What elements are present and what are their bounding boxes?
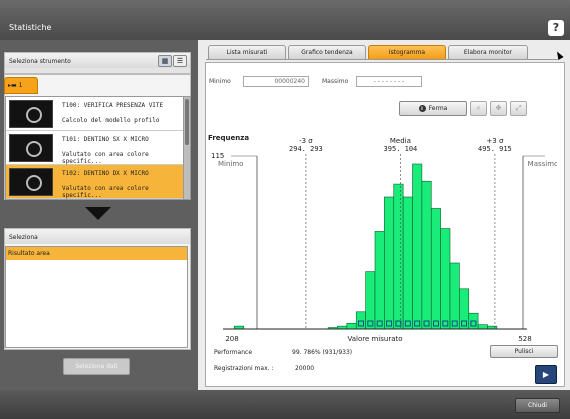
pause-icon: II	[418, 105, 426, 112]
histogram-bar	[477, 324, 488, 330]
records-label: Registrazioni max. :	[214, 365, 274, 372]
close-button[interactable]: Chiudi	[515, 398, 560, 413]
scrollbar-thumb[interactable]	[185, 99, 189, 145]
down-arrow-icon	[85, 207, 111, 220]
histogram-bar	[412, 163, 423, 330]
histogram-bar	[459, 288, 470, 330]
performance-value: 99. 786% (931/933)	[292, 349, 353, 356]
histogram-bar	[384, 196, 395, 330]
histogram-bar	[402, 196, 413, 330]
histogram-chart: Frequenza -3 σ294. 293 Media395. 104 +3 σ49…	[208, 134, 557, 343]
min-field[interactable]: 00000240	[243, 76, 309, 87]
pan-icon[interactable]: ✥	[490, 101, 507, 116]
tool-list: T100: VERIFICA PRESENZA VITE Calcolo del…	[5, 96, 184, 200]
histogram-bar	[421, 180, 432, 330]
tool-item-t100[interactable]: T100: VERIFICA PRESENZA VITE Calcolo del…	[6, 97, 184, 131]
histogram-bar	[374, 231, 385, 330]
histogram-bar	[393, 183, 404, 330]
x-axis-label: Valore misurato	[347, 335, 402, 343]
histogram-bar	[346, 322, 357, 330]
tool-name: T101: DENTINO SX X MICRO	[62, 136, 149, 143]
tool-thumbnail	[9, 100, 53, 128]
selection-list: Risultato area	[5, 246, 188, 348]
stop-button[interactable]: II Ferma	[399, 101, 467, 116]
tool-name: T100: VERIFICA PRESENZA VITE	[62, 102, 164, 109]
tool-thumbnail	[9, 168, 53, 196]
selection-panel-title: Seleziona	[5, 229, 190, 244]
tool-list-scrollbar[interactable]	[183, 96, 191, 200]
tool-description: Valutato con area colore specific...	[62, 185, 149, 199]
records-value: 20000	[295, 365, 315, 372]
clear-button[interactable]: Pulisci	[490, 345, 558, 358]
x-max-tick-label: 528	[518, 335, 531, 343]
select-data-button[interactable]: Seleziona dati	[63, 358, 130, 375]
histogram-bar	[440, 228, 451, 330]
help-button[interactable]: ?	[548, 20, 564, 36]
list-item[interactable]: Risultato area	[6, 247, 187, 260]
grid-view-icon[interactable]: ▦	[158, 55, 172, 67]
stop-button-label: Ferma	[428, 105, 448, 112]
tool-filter-tab[interactable]: ▸▬ 1	[4, 77, 38, 94]
fit-icon[interactable]: ⤢	[510, 101, 527, 116]
performance-label: Performance	[214, 349, 253, 356]
tool-description: Valutato con area colore specific...	[62, 151, 149, 165]
max-label: Massimo	[322, 78, 349, 85]
footer-bar	[0, 390, 570, 419]
histogram-bar	[430, 208, 441, 330]
window-title: Statistiche	[9, 23, 52, 32]
tool-panel-header: Seleziona strumento ▦ ☰	[4, 52, 191, 74]
tab-strip-divider	[206, 59, 558, 60]
tool-item-t102[interactable]: T102: DENTINO DX X MICRO Valutato con ar…	[6, 165, 184, 199]
tab-grafico-tendenza[interactable]: Grafico tendenza	[288, 45, 366, 59]
marker-value: 395. 104	[384, 145, 418, 153]
list-view-icon[interactable]: ☰	[173, 55, 187, 67]
histogram-bar	[365, 271, 376, 330]
max-field[interactable]: - - - - - - - -	[356, 76, 422, 87]
marker-name: Media	[390, 137, 411, 145]
marker-name: -3 σ	[299, 137, 313, 145]
chart-title: Frequenza	[208, 134, 249, 142]
min-label: Minimo	[209, 78, 231, 85]
marker-name: +3 σ	[486, 137, 504, 145]
x-min-tick-label: 208	[225, 335, 238, 343]
tool-item-t101[interactable]: T101: DENTINO SX X MICRO Valutato con ar…	[6, 131, 184, 165]
tab-elabora-monitor[interactable]: Elabora monitor	[448, 45, 528, 59]
maximum-marker-label: Massimo	[528, 160, 557, 168]
tab-lista-misurati[interactable]: Lista misurati	[208, 45, 286, 59]
histogram-bar	[449, 262, 460, 330]
tool-description: Calcolo del modello profilo	[62, 117, 160, 124]
play-icon[interactable]: ▶	[535, 365, 557, 384]
tab-istogramma[interactable]: Istogramma	[368, 45, 446, 59]
y-max-label: 115	[211, 152, 224, 160]
search-icon[interactable]: ⌕	[470, 101, 487, 116]
tool-name: T102: DENTINO DX X MICRO	[62, 170, 149, 177]
tool-thumbnail	[9, 134, 53, 162]
minimum-marker-label: Minimo	[218, 160, 243, 168]
title-bar	[0, 0, 570, 40]
marker-value: 294. 293	[289, 145, 323, 153]
marker-value: 495. 915	[478, 145, 512, 153]
